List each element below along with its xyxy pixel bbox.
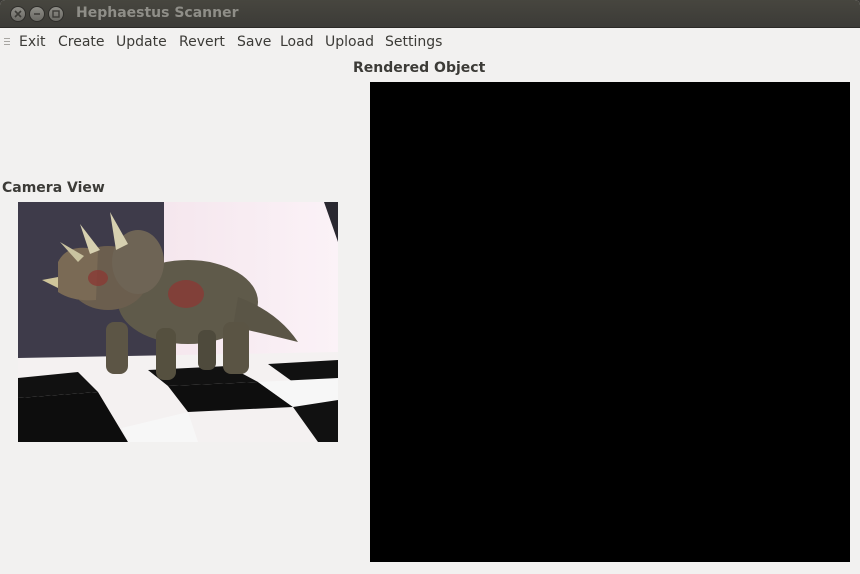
menu-create[interactable]: Create bbox=[58, 34, 105, 50]
app-window: Hephaestus Scanner Exit Create Update Re… bbox=[0, 0, 860, 574]
minimize-icon bbox=[34, 13, 40, 15]
maximize-window-button[interactable] bbox=[48, 6, 64, 22]
menu-bar: Exit Create Update Revert Save Load Uplo… bbox=[0, 28, 860, 56]
close-icon bbox=[14, 10, 22, 18]
rendered-object-canvas[interactable] bbox=[370, 82, 850, 562]
menu-load[interactable]: Load bbox=[280, 34, 314, 50]
close-window-button[interactable] bbox=[10, 6, 26, 22]
camera-view-image bbox=[18, 202, 338, 442]
window-title: Hephaestus Scanner bbox=[76, 5, 239, 21]
maximize-icon bbox=[52, 10, 60, 18]
menu-save[interactable]: Save bbox=[237, 34, 271, 50]
triceratops-photo-icon bbox=[18, 202, 338, 442]
rendered-object-label: Rendered Object bbox=[353, 60, 486, 76]
menu-grip-icon[interactable] bbox=[4, 38, 10, 47]
menu-revert[interactable]: Revert bbox=[179, 34, 225, 50]
title-bar[interactable]: Hephaestus Scanner bbox=[0, 0, 860, 28]
menu-settings[interactable]: Settings bbox=[385, 34, 442, 50]
minimize-window-button[interactable] bbox=[29, 6, 45, 22]
menu-update[interactable]: Update bbox=[116, 34, 167, 50]
camera-view-label: Camera View bbox=[2, 180, 105, 196]
menu-upload[interactable]: Upload bbox=[325, 34, 374, 50]
menu-exit[interactable]: Exit bbox=[19, 34, 46, 50]
